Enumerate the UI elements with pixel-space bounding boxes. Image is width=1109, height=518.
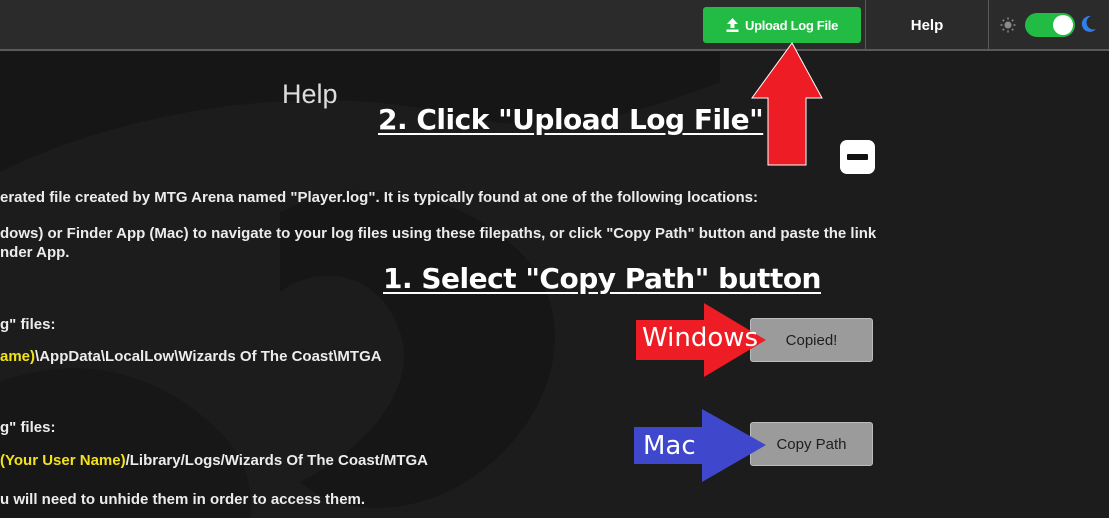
mac-annotation-label: Mac	[643, 431, 696, 461]
windows-annotation-label: Windows	[642, 323, 759, 353]
red-up-arrow	[751, 42, 823, 166]
annotation-arrows	[634, 42, 823, 482]
